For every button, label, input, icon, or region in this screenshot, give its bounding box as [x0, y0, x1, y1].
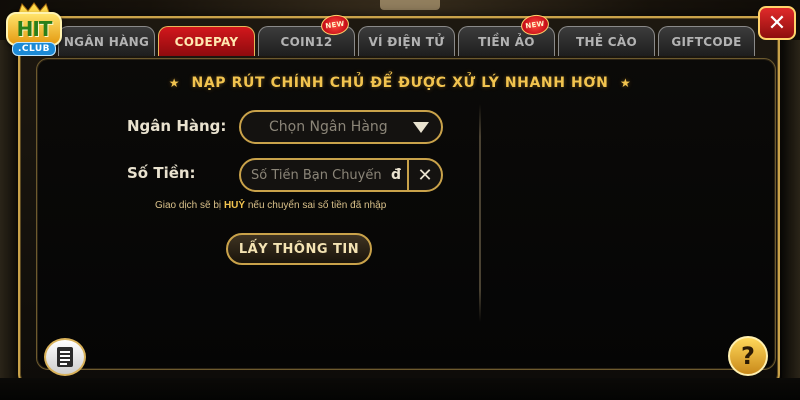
star-icon: ★: [619, 76, 632, 90]
page-title: ★ NẠP RÚT CHÍNH CHỦ ĐỂ ĐƯỢC XỬ LÝ NHANH …: [160, 72, 640, 94]
clear-amount-button[interactable]: ✕: [407, 160, 441, 190]
logo-club-text: .CLUB: [12, 42, 56, 56]
hit-club-logo: HIT .CLUB: [2, 2, 68, 64]
bank-label: Ngân Hàng:: [127, 117, 227, 135]
tab-vi-dien-tu[interactable]: VÍ ĐIỆN TỬ: [358, 26, 455, 56]
caret-down-icon: [413, 121, 429, 133]
tab-giftcode[interactable]: GIFTCODE: [658, 26, 755, 56]
tab-label: VÍ ĐIỆN TỬ: [368, 34, 445, 49]
tab-label: THẺ CÀO: [576, 34, 637, 49]
star-icon: ★: [168, 76, 181, 90]
help-button[interactable]: ?: [728, 336, 768, 376]
tab-label: TIỀN ẢO: [478, 34, 535, 49]
get-info-button[interactable]: LẤY THÔNG TIN: [226, 233, 372, 265]
background-right-edge: [782, 40, 800, 380]
warning-prefix: Giao dịch sẽ bị: [155, 200, 224, 211]
bottom-shade: [0, 378, 800, 400]
warning-bold: HUỶ: [223, 200, 246, 211]
vertical-divider: [479, 104, 481, 322]
bank-select[interactable]: Chọn Ngân Hàng: [239, 110, 443, 144]
warning-suffix: nếu chuyển sai số tiền đã nhập: [245, 200, 387, 211]
logo-main-text: HIT: [6, 12, 62, 46]
close-button[interactable]: ✕: [758, 6, 796, 40]
tab-label: CODEPAY: [174, 34, 239, 49]
tab-coin12[interactable]: COIN12 NEW: [258, 13, 355, 56]
tab-label: COIN12: [280, 34, 333, 49]
tab-codepay[interactable]: CODEPAY: [158, 26, 255, 56]
currency-symbol: đ: [391, 167, 402, 183]
history-button[interactable]: [44, 338, 86, 376]
amount-label: Số Tiền:: [127, 164, 196, 182]
amount-input[interactable]: [241, 160, 409, 190]
content-panel: [36, 58, 776, 370]
question-mark-icon: ?: [741, 342, 755, 370]
warning-text: Giao dịch sẽ bị HUỶ nếu chuyển sai số ti…: [155, 200, 455, 211]
document-icon: [57, 347, 73, 367]
tab-the-cao[interactable]: THẺ CÀO: [558, 26, 655, 56]
close-icon: ✕: [417, 164, 433, 186]
tab-label: NGÂN HÀNG: [63, 34, 150, 49]
page-title-text: NẠP RÚT CHÍNH CHỦ ĐỂ ĐƯỢC XỬ LÝ NHANH HƠ…: [191, 75, 609, 91]
bank-select-value: Chọn Ngân Hàng: [269, 119, 388, 135]
get-info-label: LẤY THÔNG TIN: [238, 241, 360, 257]
tab-ngan-hang[interactable]: NGÂN HÀNG: [58, 26, 155, 56]
amount-field: đ ✕: [239, 158, 443, 192]
close-icon: ✕: [767, 10, 787, 36]
tab-bar: NGÂN HÀNG CODEPAY COIN12 NEW VÍ ĐIỆN TỬ …: [58, 13, 758, 58]
tab-label: GIFTCODE: [671, 34, 742, 49]
background-top-decoration: [380, 0, 440, 10]
tab-tien-ao[interactable]: TIỀN ẢO NEW: [458, 13, 555, 56]
